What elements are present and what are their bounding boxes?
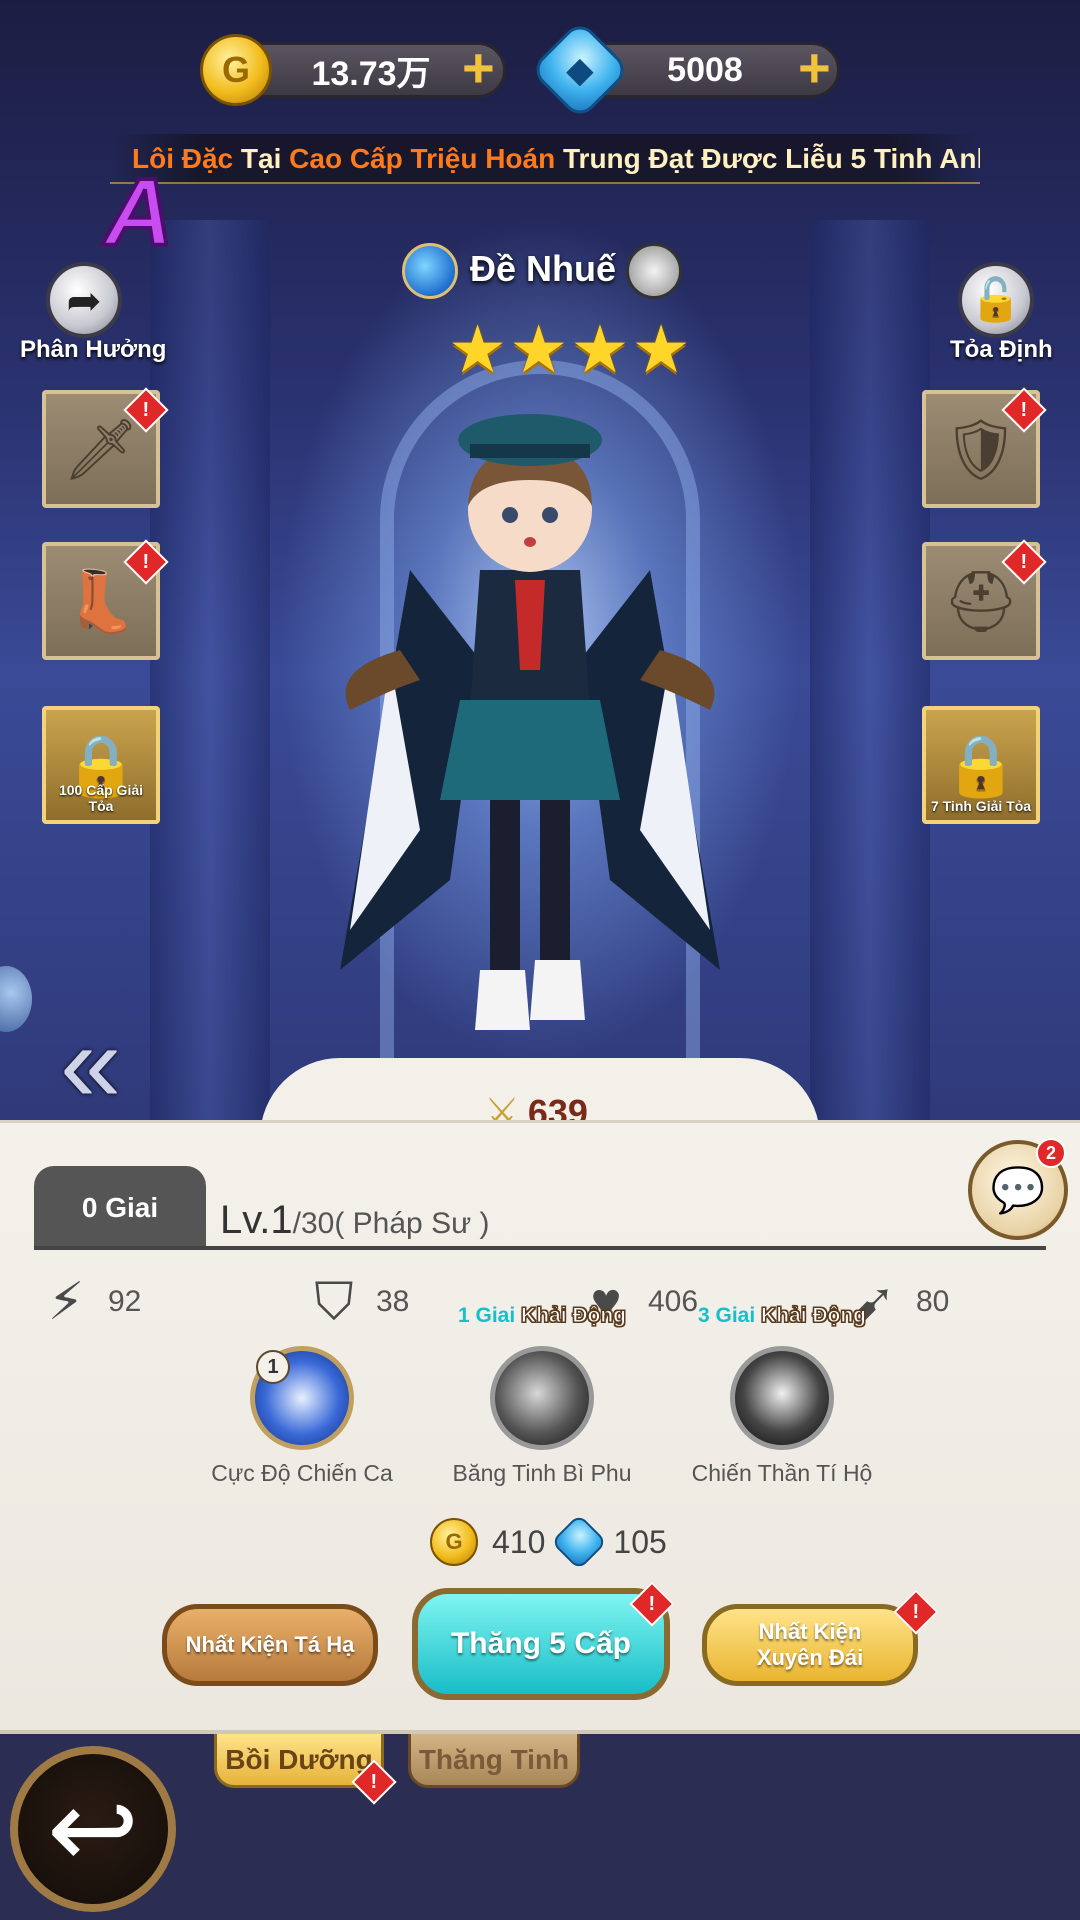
water-element-icon — [402, 243, 458, 299]
speech-bubble-icon: 💬 — [990, 1166, 1046, 1215]
gold-amount: 13.73万 — [311, 54, 431, 93]
star-icon: ★ — [631, 312, 691, 386]
unlock-condition-label: 100 Cấp Giải Tỏa — [58, 782, 144, 814]
level-display: Lv.1/30( Pháp Sư ) — [220, 1198, 490, 1243]
level-cap-class: /30( Pháp Sư ) — [292, 1207, 490, 1240]
cost-gems: 105 — [613, 1523, 667, 1560]
cost-gold: 410 — [492, 1523, 546, 1560]
rarity-badge: A — [102, 157, 175, 268]
level-divider — [34, 1246, 1046, 1250]
back-arrow-icon: ↩ — [46, 1768, 140, 1891]
star-icon: ★ — [448, 312, 508, 386]
sword-icon: 🗡 — [62, 415, 140, 483]
background-pillar — [150, 220, 270, 1120]
gem-icon — [551, 1513, 608, 1571]
lock-button[interactable]: 🔓 — [958, 262, 1034, 338]
share-label: Phân Hưởng — [20, 336, 167, 363]
share-button[interactable]: ➦ — [46, 262, 122, 338]
gold-coin-icon: G — [430, 1518, 478, 1566]
tab-star-up[interactable]: Thăng Tinh — [408, 1734, 580, 1788]
skill-name: Băng Tinh Bì Phu — [452, 1460, 632, 1486]
equip-all-button[interactable]: Nhất Kiện Xuyên Đái — [702, 1604, 918, 1686]
unequip-all-button[interactable]: Nhất Kiện Tá Hạ — [162, 1604, 378, 1686]
mage-class-icon — [626, 243, 682, 299]
star-icon: ★ — [570, 312, 630, 386]
unlock-padlock-icon: 🔓 — [969, 275, 1023, 323]
lock-label: Tỏa Định — [950, 336, 1053, 363]
add-gold-button[interactable]: + — [462, 40, 495, 96]
gem-amount: 5008 — [667, 50, 743, 89]
share-arrow-icon: ➦ — [66, 276, 102, 324]
back-button[interactable]: ↩ — [10, 1746, 176, 1912]
locked-slot-left[interactable]: 🔒 100 Cấp Giải Tỏa — [42, 706, 160, 824]
skill-name: Chiến Thần Tí Hộ — [691, 1460, 873, 1486]
boots-icon: 👢 — [63, 567, 139, 635]
add-gems-button[interactable]: + — [798, 40, 831, 96]
armor-icon: 🛡 — [942, 415, 1020, 483]
hero-name: Đề Nhuế — [470, 248, 617, 289]
skill-icon-cross — [730, 1346, 834, 1450]
chat-notification-badge: 2 — [1036, 1138, 1066, 1168]
level-value: Lv.1 — [220, 1198, 293, 1242]
locked-slot-right[interactable]: 🔒 7 Tinh Giải Tỏa — [922, 706, 1040, 824]
padlock-icon: 🔒 — [943, 731, 1019, 799]
previous-hero-arrow[interactable]: « — [60, 1000, 121, 1127]
hero-character-illustration — [340, 414, 720, 1030]
marquee-segment: Tại — [233, 143, 290, 174]
announcement-marquee: Lôi Đặc Tại Cao Cấp Triệu Hoán Trung Đạt… — [110, 134, 980, 184]
gold-coin-icon: G — [200, 34, 272, 106]
helmet-icon: ⛑ — [942, 567, 1020, 635]
skill-3[interactable]: 3 Giai Khải Động Chiến Thần Tí Hộ — [672, 1304, 892, 1487]
hero-star-rating: ★ ★ ★ ★ — [448, 316, 691, 382]
skill-unlock-tag: 1 Giai Khải Động — [457, 1304, 627, 1328]
background-pillar — [810, 220, 930, 1120]
upgrade-cost: G 410 105 — [430, 1513, 667, 1571]
marquee-segment: Cao Cấp Triệu Hoán — [289, 143, 556, 174]
attack-claw-icon: ⚡ — [47, 1273, 85, 1331]
skill-icon-moon — [490, 1346, 594, 1450]
star-icon: ★ — [509, 312, 569, 386]
stat-defense: ⛉ 38 — [302, 1270, 409, 1334]
skill-name: Cực Độ Chiến Ca — [211, 1460, 393, 1486]
skill-2[interactable]: 1 Giai Khải Động Băng Tinh Bì Phu — [432, 1304, 652, 1487]
unlock-condition-label: 7 Tinh Giải Tỏa — [930, 798, 1032, 814]
stat-attack: ⚡ 92 — [34, 1270, 142, 1334]
shield-icon: ⛉ — [314, 1272, 354, 1331]
grade-tab[interactable]: 0 Giai — [34, 1166, 206, 1250]
skill-level-badge: 1 — [256, 1350, 290, 1384]
marquee-segment: Trung Đạt Được Liễu 5 Tinh Anh Hù — [562, 143, 980, 174]
skill-unlock-tag: 3 Giai Khải Động — [697, 1304, 867, 1328]
skill-1[interactable]: 1 Cực Độ Chiến Ca — [192, 1346, 412, 1487]
